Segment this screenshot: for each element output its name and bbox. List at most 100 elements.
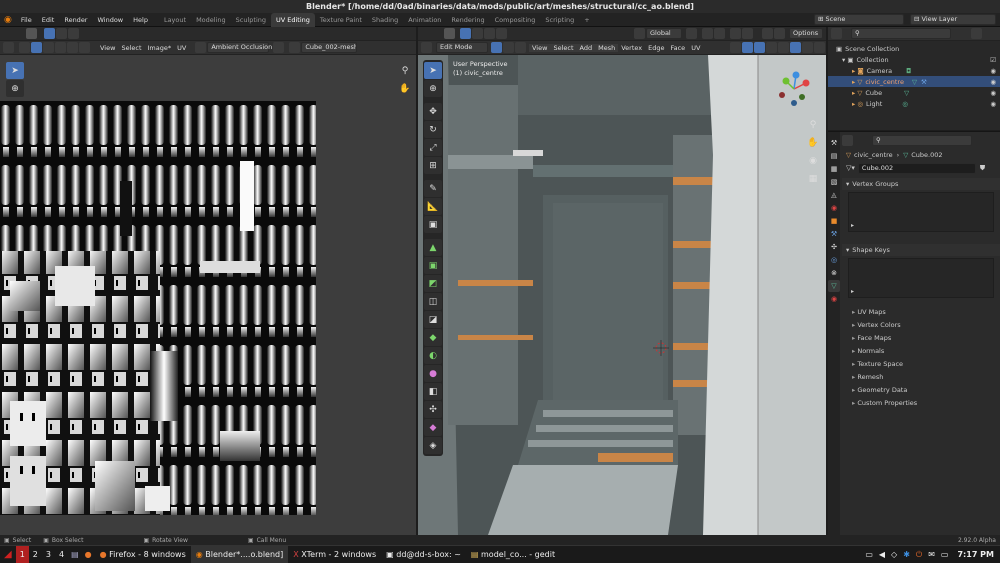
outliner-search[interactable]: ⚲: [851, 28, 951, 39]
editor-type-icon[interactable]: [842, 134, 853, 146]
outliner-row[interactable]: ▸ ◙ Camera ◘ ◉: [828, 65, 1000, 76]
select-mode-vertex-icon[interactable]: [491, 42, 502, 53]
extrude-tool-icon[interactable]: ▲: [424, 239, 442, 256]
fake-user-shield-icon[interactable]: ⛊: [980, 164, 985, 173]
shading-material-icon[interactable]: [802, 42, 813, 53]
uv-select-mode-icon[interactable]: [31, 42, 42, 53]
tab-shading[interactable]: Shading: [367, 13, 403, 27]
editor-type-icon[interactable]: [831, 28, 842, 39]
select-mode-face-icon[interactable]: [515, 42, 526, 53]
scale-tool-icon[interactable]: ⤢: [424, 139, 442, 156]
panel-custom-properties[interactable]: Custom Properties: [842, 397, 1000, 410]
vp-menu-face[interactable]: Face: [667, 44, 688, 52]
options-button[interactable]: Options: [789, 28, 823, 39]
workspace-3[interactable]: 3: [42, 546, 55, 563]
resize-grip-icon[interactable]: ▸: [851, 288, 854, 295]
editor-type-icon[interactable]: [421, 42, 432, 53]
outliner-row[interactable]: ▸ ◎ Light ◎ ◉: [828, 98, 1000, 109]
resize-grip-icon[interactable]: ▸: [851, 222, 854, 229]
vp-menu-vertex[interactable]: Vertex: [618, 44, 645, 52]
workspace-4[interactable]: 4: [55, 546, 68, 563]
pan-hand-icon[interactable]: ✋: [806, 134, 820, 151]
workspace-2[interactable]: 2: [29, 546, 42, 563]
uvmap-field[interactable]: Cube_002-mesh-m: [301, 42, 358, 53]
cursor-tool-icon[interactable]: ⊕: [6, 80, 24, 97]
knife-tool-icon[interactable]: ◪: [424, 311, 442, 328]
uv-menu-image[interactable]: Image*: [145, 44, 175, 52]
vertex-groups-list[interactable]: ▸: [848, 192, 994, 232]
uv-menu-select[interactable]: Select: [118, 44, 144, 52]
particles-tab-icon[interactable]: ✣: [828, 241, 840, 253]
transform-tool-icon[interactable]: ⊞: [424, 157, 442, 174]
modifier-tab-icon[interactable]: ⚒: [828, 228, 840, 240]
shape-keys-list[interactable]: ▸: [848, 258, 994, 298]
task-terminal[interactable]: ▣ dd@dd-s-box: ~: [381, 546, 466, 563]
scene-tab-icon[interactable]: ◬: [828, 189, 840, 201]
outliner-row-selected[interactable]: ▸ ▽ civic_centre ▽ ⚒ ◉: [828, 76, 1000, 87]
select-mode-edge-icon[interactable]: [503, 42, 514, 53]
uv-sync-icon[interactable]: [19, 42, 30, 53]
vp-menu-add[interactable]: Add: [576, 43, 596, 52]
menu-help[interactable]: Help: [128, 16, 153, 24]
menu-file[interactable]: File: [16, 16, 37, 24]
panel-shape-keys[interactable]: ▾ Shape Keys: [842, 244, 1000, 256]
material-tab-icon[interactable]: ◉: [828, 293, 840, 305]
mirror-icon[interactable]: [774, 28, 785, 39]
world-tab-icon[interactable]: ◉: [828, 202, 840, 214]
panel-remesh[interactable]: Remesh: [842, 371, 1000, 384]
snap-icon[interactable]: [702, 28, 713, 39]
shear-tool-icon[interactable]: ◆: [424, 419, 442, 436]
render-tab-icon[interactable]: ▤: [828, 150, 840, 162]
loop-cut-tool-icon[interactable]: ◫: [424, 293, 442, 310]
uv-select-mode-icon[interactable]: [68, 28, 79, 39]
outliner-row[interactable]: ▣ Scene Collection: [828, 43, 1000, 54]
poly-build-tool-icon[interactable]: ◆: [424, 329, 442, 346]
tab-rendering[interactable]: Rendering: [446, 13, 489, 27]
blender-logo-icon[interactable]: ◉: [0, 15, 16, 25]
panel-vertex-groups[interactable]: ▾ Vertex Groups: [842, 178, 1000, 190]
smooth-tool-icon[interactable]: ●: [424, 365, 442, 382]
pan-hand-icon[interactable]: ✋: [398, 80, 412, 97]
eye-icon[interactable]: ◉: [990, 89, 996, 97]
uv-select-mode-icon[interactable]: [79, 42, 90, 53]
properties-search[interactable]: ⚲: [872, 134, 972, 146]
tab-scripting[interactable]: Scripting: [540, 13, 579, 27]
vp-menu-uv[interactable]: UV: [688, 44, 703, 52]
measure-tool-icon[interactable]: 📐: [424, 198, 442, 215]
select-mode-icon[interactable]: [484, 28, 495, 39]
outliner-row[interactable]: ▾ ▣ Collection ☑: [828, 54, 1000, 65]
vp-menu-mesh[interactable]: Mesh: [595, 43, 619, 52]
uvmap-icon[interactable]: [289, 42, 301, 53]
select-mode-icon[interactable]: [496, 28, 507, 39]
menu-window[interactable]: Window: [92, 16, 128, 24]
shrink-tool-icon[interactable]: ✣: [424, 401, 442, 418]
annotate-tool-icon[interactable]: ✎: [424, 180, 442, 197]
uv-select-mode-icon[interactable]: [55, 42, 66, 53]
mesh-name-field[interactable]: Cube.002: [857, 162, 976, 174]
output-tab-icon[interactable]: ▦: [828, 163, 840, 175]
rotate-tool-icon[interactable]: ↻: [424, 121, 442, 138]
task-xterm[interactable]: X XTerm - 2 windows: [288, 546, 381, 563]
eye-icon[interactable]: ◉: [990, 100, 996, 108]
eye-icon[interactable]: ◉: [990, 67, 996, 75]
cursor-tool-icon[interactable]: ⊕: [424, 80, 442, 97]
bevel-tool-icon[interactable]: ◩: [424, 275, 442, 292]
add-workspace-button[interactable]: +: [579, 13, 594, 27]
image-name-field[interactable]: Ambient Occlusion: [207, 42, 272, 53]
uv-select-mode-icon[interactable]: [67, 42, 78, 53]
snap-target-icon[interactable]: [714, 28, 725, 39]
clock[interactable]: 7:17 PM: [951, 550, 1000, 559]
eye-icon[interactable]: ◉: [990, 78, 996, 86]
select-mode-icon[interactable]: [460, 28, 471, 39]
clipboard-icon[interactable]: ▭: [862, 550, 876, 559]
pivot-icon[interactable]: [686, 28, 697, 39]
zoom-icon[interactable]: ⚲: [806, 116, 820, 133]
view-layer-tab-icon[interactable]: ▧: [828, 176, 840, 188]
tab-sculpting[interactable]: Sculpting: [231, 13, 271, 27]
uv-select-mode-icon[interactable]: [56, 28, 67, 39]
add-cube-tool-icon[interactable]: ▣: [424, 216, 442, 233]
tab-texture-paint[interactable]: Texture Paint: [315, 13, 367, 27]
tool-tab-icon[interactable]: ⚒: [828, 137, 840, 149]
xray-icon[interactable]: [766, 42, 777, 53]
workspace-1[interactable]: 1: [15, 545, 29, 563]
